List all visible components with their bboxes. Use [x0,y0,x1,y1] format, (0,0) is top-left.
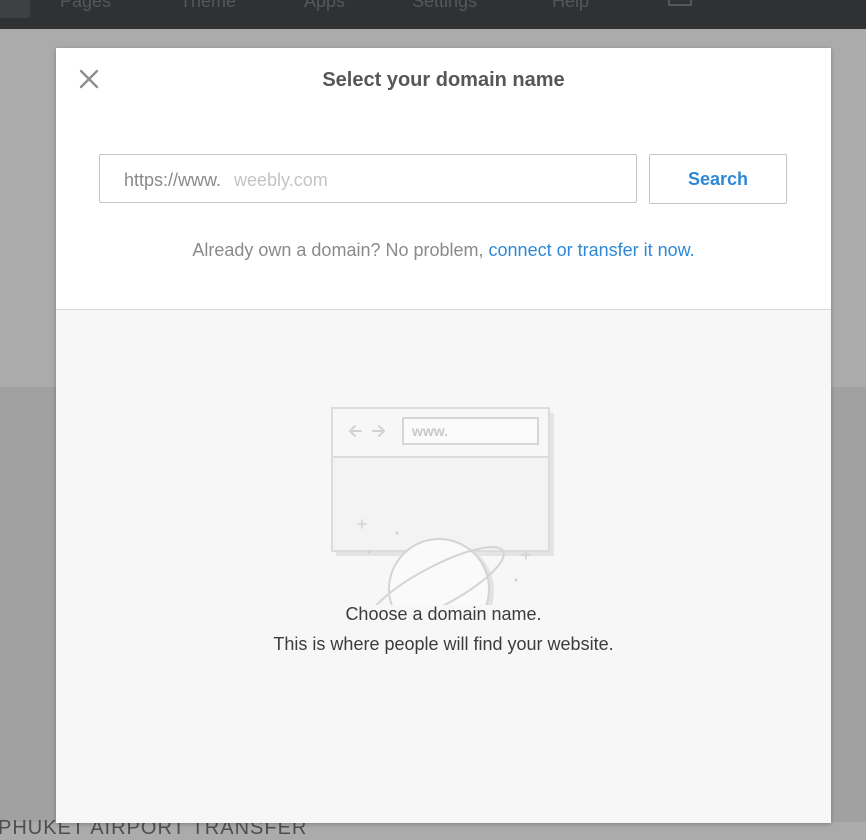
domain-prefix: https://www. [124,170,222,190]
domain-placeholder: weebly.com [234,170,328,190]
monitor-icon[interactable] [668,0,692,6]
domain-modal: Select your domain name https://www. wee… [56,48,831,823]
nav-active-indicator [0,0,30,18]
modal-header-section: Select your domain name https://www. wee… [56,48,831,310]
nav-item-theme[interactable]: Theme [180,0,236,12]
nav-item-help[interactable]: Help [552,0,589,12]
connect-transfer-link[interactable]: connect or transfer it now. [489,240,695,260]
search-button[interactable]: Search [649,154,787,204]
browser-planet-illustration: www. [328,405,560,641]
empty-state-heading: Choose a domain name. [345,604,542,624]
nav-item-apps[interactable]: Apps [304,0,345,12]
url-bar-text: www. [411,423,448,439]
top-nav-bar: Pages Theme Apps Settings Help [0,0,866,29]
already-own-domain: Already own a domain? No problem, connec… [56,240,831,261]
already-own-text: Already own a domain? No problem, [192,240,484,260]
domain-search-input[interactable]: https://www. weebly.com [99,154,637,203]
nav-item-settings[interactable]: Settings [412,0,477,12]
modal-title: Select your domain name [322,69,565,91]
nav-item-pages[interactable]: Pages [60,0,111,12]
empty-state-subtext: This is where people will find your webs… [273,634,614,654]
